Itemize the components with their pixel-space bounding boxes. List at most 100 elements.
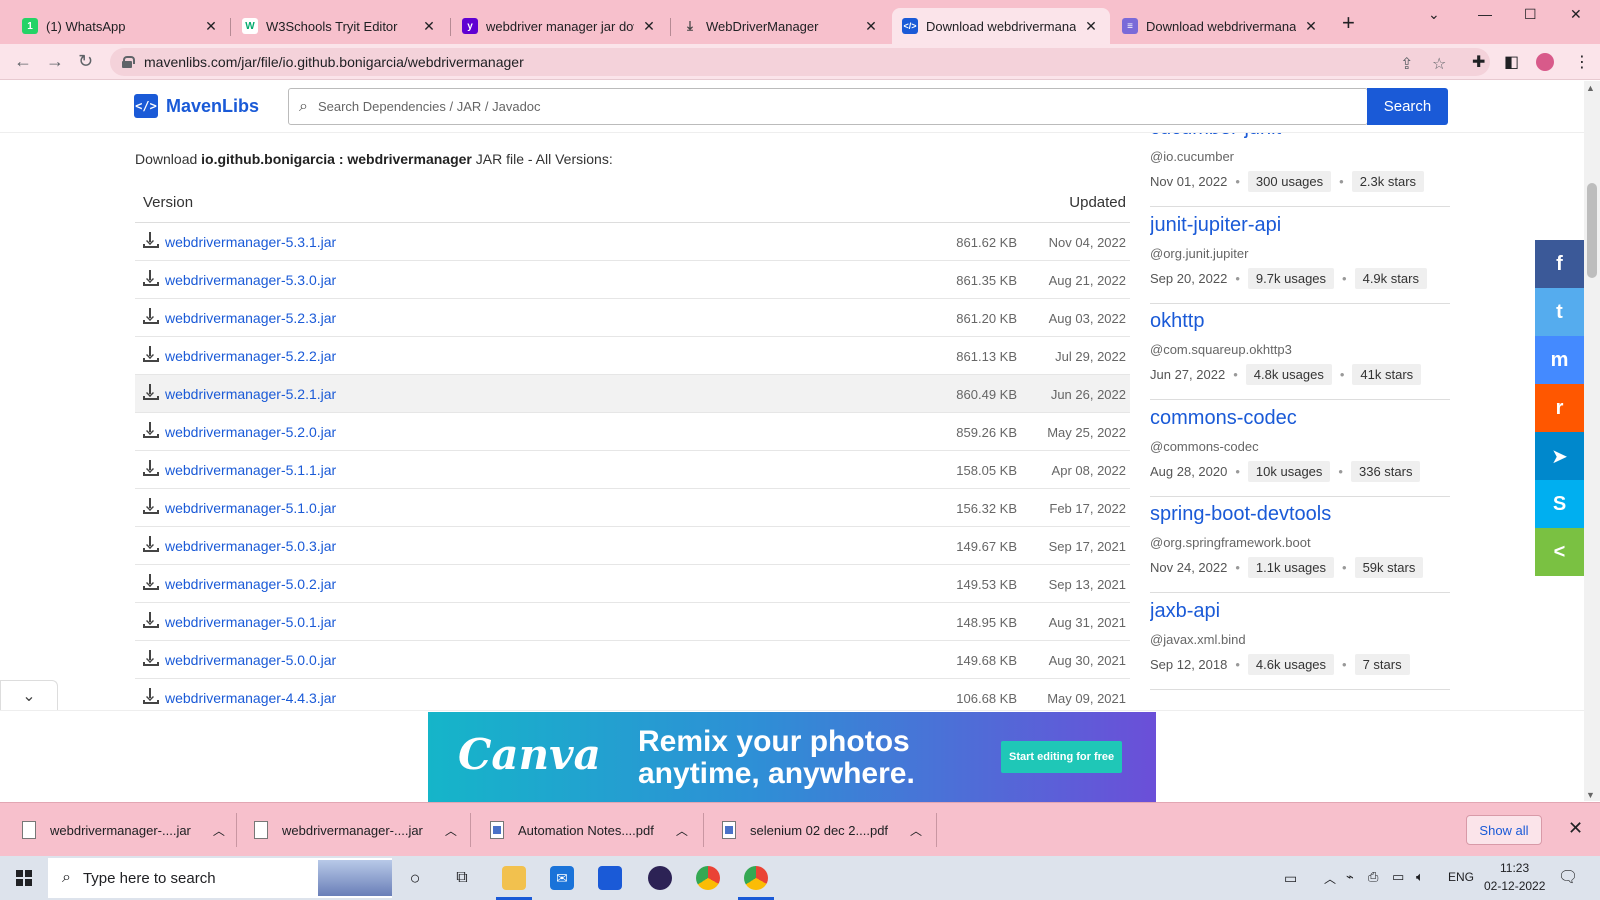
jar-link[interactable]: webdrivermanager-5.2.0.jar — [165, 424, 336, 440]
minimize-icon[interactable]: — — [1478, 6, 1492, 22]
scrollbar-thumb[interactable] — [1587, 183, 1597, 278]
search-input[interactable] — [317, 99, 1218, 114]
jar-link[interactable]: webdrivermanager-5.2.1.jar — [165, 386, 336, 402]
collapse-chevron-icon[interactable]: ⌄ — [0, 680, 58, 710]
tab-close-icon[interactable]: ✕ — [640, 18, 658, 35]
show-all-button[interactable]: Show all — [1466, 815, 1542, 845]
reload-icon[interactable]: ↻ — [78, 51, 93, 72]
jar-link[interactable]: webdrivermanager-5.0.3.jar — [165, 538, 336, 554]
download-icon[interactable] — [143, 650, 159, 666]
download-icon[interactable] — [143, 688, 159, 704]
scroll-down-icon[interactable]: ▼ — [1586, 790, 1595, 800]
chevron-up-icon[interactable]: ︿ — [213, 822, 225, 839]
jar-link[interactable]: webdrivermanager-5.1.0.jar — [165, 500, 336, 516]
tab-close-icon[interactable]: ✕ — [862, 18, 880, 35]
tab-close-icon[interactable]: ✕ — [420, 18, 438, 35]
menu-kebab-icon[interactable]: ⋮ — [1574, 52, 1590, 72]
jar-link[interactable]: webdrivermanager-5.0.1.jar — [165, 614, 336, 630]
download-icon[interactable] — [143, 270, 159, 286]
bookmark-star-icon[interactable]: ☆ — [1432, 54, 1446, 74]
battery-icon[interactable]: ▭ — [1392, 869, 1404, 885]
download-icon[interactable] — [143, 574, 159, 590]
clock-time[interactable]: 11:23 — [1500, 861, 1529, 875]
download-icon[interactable] — [143, 460, 159, 476]
mail-icon[interactable]: ✉ — [550, 866, 574, 890]
language-indicator[interactable]: ENG — [1448, 870, 1474, 884]
ad-cta-button[interactable]: Start editing for free — [1001, 741, 1123, 773]
package-link[interactable]: jaxb-api — [1150, 600, 1220, 623]
tray-chevron-icon[interactable]: ︿ — [1324, 870, 1336, 887]
facebook-icon[interactable]: f — [1535, 240, 1584, 288]
tab-w3schools[interactable]: W W3Schools Tryit Editor ✕ — [232, 8, 448, 44]
download-icon[interactable] — [143, 498, 159, 514]
search-button[interactable]: Search — [1367, 88, 1448, 125]
address-bar[interactable]: mavenlibs.com/jar/file/io.github.bonigar… — [110, 48, 1490, 76]
file-explorer-icon[interactable] — [502, 866, 526, 890]
network-icon[interactable]: ⌁ — [1346, 869, 1354, 885]
tab-webdrivermanager[interactable]: ⤓ WebDriverManager ✕ — [672, 8, 890, 44]
canva-ad-banner[interactable]: Canva Remix your photos anytime, anywher… — [428, 712, 1156, 802]
eclipse-icon[interactable] — [648, 866, 672, 890]
profile-avatar[interactable] — [1536, 53, 1554, 71]
back-icon[interactable]: ← — [14, 51, 32, 72]
jar-link[interactable]: webdrivermanager-5.0.2.jar — [165, 576, 336, 592]
windows-start-icon[interactable] — [16, 870, 32, 886]
extensions-icon[interactable]: ✚ — [1472, 52, 1485, 72]
tab-close-icon[interactable]: ✕ — [1302, 18, 1320, 35]
jar-link[interactable]: webdrivermanager-5.3.0.jar — [165, 272, 336, 288]
download-icon[interactable] — [143, 422, 159, 438]
tab-mavenlibs-2[interactable]: ≡ Download webdrivermanager ✕ — [1112, 8, 1330, 44]
scroll-up-icon[interactable]: ▲ — [1586, 83, 1595, 93]
store-icon[interactable] — [598, 866, 622, 890]
jar-link[interactable]: webdrivermanager-5.3.1.jar — [165, 234, 336, 250]
tab-close-icon[interactable]: ✕ — [202, 18, 220, 35]
twitter-icon[interactable]: t — [1535, 288, 1584, 336]
close-shelf-icon[interactable]: ✕ — [1568, 818, 1583, 839]
download-icon[interactable] — [143, 308, 159, 324]
download-item[interactable]: Automation Notes....pdf ︿ — [490, 810, 688, 850]
package-link[interactable]: junit-jupiter-api — [1150, 214, 1281, 237]
side-panel-icon[interactable]: ◧ — [1504, 52, 1519, 72]
share-page-icon[interactable]: ⇪ — [1400, 54, 1413, 74]
tab-mavenlibs-active[interactable]: </> Download webdrivermanager ✕ — [892, 8, 1110, 44]
cortana-icon[interactable]: ○ — [403, 866, 427, 890]
share-icon[interactable]: < — [1535, 528, 1584, 576]
task-view-icon[interactable]: ⧉ — [450, 866, 474, 890]
chrome-icon[interactable] — [696, 866, 720, 890]
news-widget-icon[interactable]: ▭ — [1284, 870, 1297, 887]
package-link[interactable]: cucumber-junit — [1150, 133, 1281, 140]
download-item[interactable]: webdrivermanager-....jar ︿ — [254, 810, 457, 850]
clock-date[interactable]: 02-12-2022 — [1484, 879, 1545, 893]
download-icon[interactable] — [143, 536, 159, 552]
new-tab-icon[interactable]: + — [1342, 12, 1355, 34]
mavenlibs-logo[interactable]: </> MavenLibs — [134, 94, 259, 118]
tab-close-icon[interactable]: ✕ — [1082, 18, 1100, 35]
jar-link[interactable]: webdrivermanager-5.2.3.jar — [165, 310, 336, 326]
jar-link[interactable]: webdrivermanager-4.4.3.jar — [165, 690, 336, 706]
forward-icon[interactable]: → — [46, 51, 64, 72]
download-icon[interactable] — [143, 384, 159, 400]
usb-icon[interactable]: ⎙ — [1368, 869, 1378, 885]
download-icon[interactable] — [143, 346, 159, 362]
close-window-icon[interactable]: ✕ — [1570, 6, 1582, 23]
maximize-icon[interactable]: ☐ — [1524, 6, 1537, 23]
volume-icon[interactable]: 🔈︎ — [1416, 869, 1424, 885]
skype-icon[interactable]: S — [1535, 480, 1584, 528]
download-icon[interactable] — [143, 612, 159, 628]
jar-link[interactable]: webdrivermanager-5.2.2.jar — [165, 348, 336, 364]
download-item[interactable]: webdrivermanager-....jar ︿ — [22, 810, 225, 850]
jar-link[interactable]: webdrivermanager-5.0.0.jar — [165, 652, 336, 668]
chevron-up-icon[interactable]: ︿ — [910, 822, 922, 839]
reddit-icon[interactable]: r — [1535, 384, 1584, 432]
notifications-icon[interactable]: 🗨︎ — [1558, 867, 1578, 887]
chevron-up-icon[interactable]: ︿ — [676, 822, 688, 839]
tab-search-chevron-icon[interactable]: ⌄ — [1428, 6, 1440, 23]
tab-whatsapp[interactable]: 1 (1) WhatsApp ✕ — [12, 8, 230, 44]
chrome-profile-icon[interactable] — [744, 866, 768, 890]
package-link[interactable]: spring-boot-devtools — [1150, 503, 1331, 526]
messenger-icon[interactable]: m — [1535, 336, 1584, 384]
download-item[interactable]: selenium 02 dec 2....pdf ︿ — [722, 810, 922, 850]
jar-link[interactable]: webdrivermanager-5.1.1.jar — [165, 462, 336, 478]
chevron-up-icon[interactable]: ︿ — [445, 822, 457, 839]
package-link[interactable]: commons-codec — [1150, 407, 1297, 430]
